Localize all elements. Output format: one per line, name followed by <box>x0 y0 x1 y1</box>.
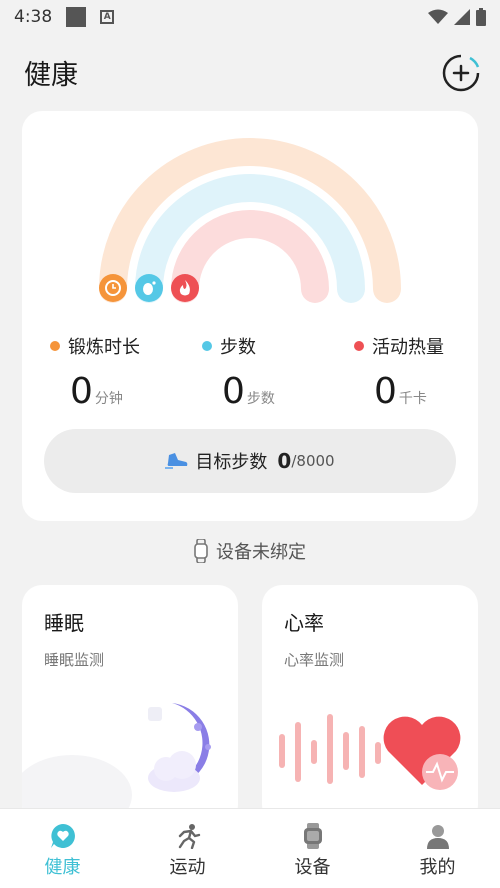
flame-icon <box>171 274 199 302</box>
stat-value: 0 <box>222 371 245 412</box>
device-not-bound[interactable]: 设备未绑定 <box>0 538 500 564</box>
nav-label: 我的 <box>419 857 456 878</box>
steps-dot <box>202 341 212 351</box>
stat-unit: 分钟 <box>94 391 123 407</box>
stat-label: 活动热量 <box>372 337 444 358</box>
step-goal-button[interactable]: 目标步数 0 /8000 <box>44 429 456 493</box>
goal-value: 0 <box>277 449 292 473</box>
activity-card[interactable]: 锻炼时长 0 分钟 步数 0 步数 活动热量 0 千卡 目标步数 0 /8000 <box>22 111 478 521</box>
bottom-nav: 健康 运动 设备 我的 <box>0 808 500 888</box>
nav-label: 健康 <box>44 857 81 878</box>
heart-rate-illustration <box>279 714 461 790</box>
activity-rings <box>99 138 401 303</box>
nav-label: 设备 <box>294 857 331 878</box>
wifi-icon <box>428 9 448 24</box>
running-shoe-icon <box>165 453 188 469</box>
stat-label: 步数 <box>220 337 256 358</box>
person-icon <box>426 825 449 849</box>
stat-value: 0 <box>374 371 397 412</box>
status-time: 4:38 <box>14 7 53 27</box>
add-button[interactable] <box>442 54 480 92</box>
nav-item-health[interactable]: 健康 <box>0 809 125 888</box>
stat-exercise: 锻炼时长 0 分钟 <box>22 333 174 412</box>
stat-label: 锻炼时长 <box>68 337 140 358</box>
watch-icon <box>194 539 208 563</box>
heart-rate-card[interactable]: 心率 心率监测 <box>262 585 478 825</box>
keyboard-icon: A <box>100 10 115 24</box>
activity-stats: 锻炼时长 0 分钟 步数 0 步数 活动热量 0 千卡 <box>22 333 478 412</box>
goal-total: /8000 <box>291 452 335 470</box>
nav-item-sport[interactable]: 运动 <box>125 809 250 888</box>
notification-icon <box>66 7 87 27</box>
status-bar: 4:38 A <box>0 0 500 34</box>
calories-dot <box>354 341 364 351</box>
stat-value: 0 <box>70 371 93 412</box>
exercise-dot <box>50 341 60 351</box>
goal-label: 目标步数 <box>195 452 268 473</box>
running-icon <box>178 824 200 849</box>
battery-icon <box>476 8 486 26</box>
nav-label: 运动 <box>169 857 206 878</box>
device-hint-text: 设备未绑定 <box>216 542 306 563</box>
clock-icon <box>99 274 127 302</box>
stat-calories: 活动热量 0 千卡 <box>326 333 478 412</box>
moon-cloud-illustration <box>22 703 211 825</box>
page-title: 健康 <box>24 59 78 91</box>
footprint-icon <box>135 274 163 302</box>
nav-item-device[interactable]: 设备 <box>250 809 375 888</box>
sleep-card[interactable]: 睡眠 睡眠监测 <box>22 585 238 825</box>
nav-item-mine[interactable]: 我的 <box>375 809 500 888</box>
stat-unit: 千卡 <box>398 391 427 407</box>
heart-chat-icon <box>50 824 75 848</box>
header: 健康 <box>0 44 500 100</box>
watch-icon <box>303 823 322 849</box>
signal-icon <box>454 9 470 25</box>
stat-steps: 步数 0 步数 <box>174 333 326 412</box>
calories-ring <box>171 210 329 303</box>
stat-unit: 步数 <box>246 391 275 407</box>
